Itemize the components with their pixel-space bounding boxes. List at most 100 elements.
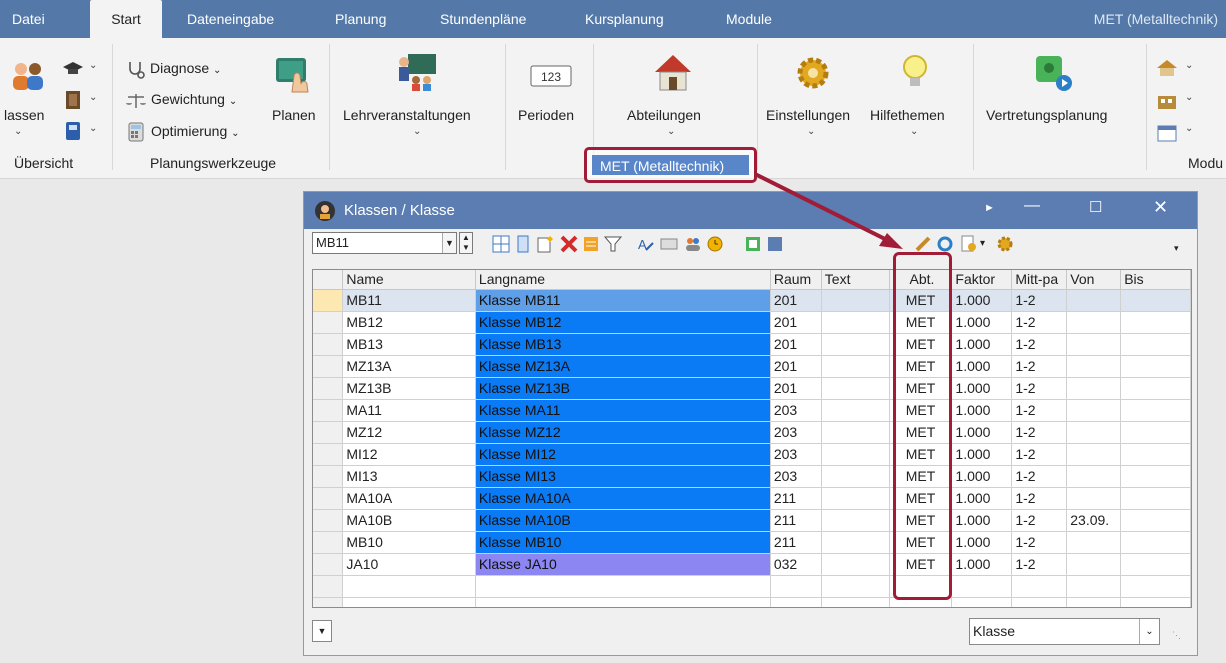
- chevron-down-icon[interactable]: ⌄: [667, 126, 675, 137]
- cell-name[interactable]: MZ12: [342, 421, 476, 444]
- table-row[interactable]: MZ13A Klasse MZ13A 201 MET 1.000 1-2: [313, 355, 1191, 378]
- cell-langname[interactable]: Klasse MZ13B: [475, 377, 771, 400]
- lightbulb-icon[interactable]: [900, 52, 930, 97]
- cell-faktor[interactable]: 1.000: [951, 509, 1013, 532]
- row-indicator[interactable]: [313, 443, 344, 466]
- cell-von[interactable]: [1066, 333, 1122, 356]
- row-indicator[interactable]: [313, 355, 344, 378]
- cell-bis[interactable]: [1120, 311, 1191, 334]
- empty-cell[interactable]: [342, 597, 476, 607]
- table-row[interactable]: MI12 Klasse MI12 203 MET 1.000 1-2: [313, 443, 1191, 466]
- chevron-down-icon[interactable]: ⌄: [89, 92, 97, 103]
- row-indicator[interactable]: [313, 509, 344, 532]
- empty-cell[interactable]: [342, 575, 476, 598]
- cell-raum[interactable]: 211: [770, 487, 822, 510]
- cell-mitt-pa[interactable]: 1-2: [1011, 531, 1068, 554]
- cell-name[interactable]: MI12: [342, 443, 476, 466]
- hilfethemen-button[interactable]: Hilfethemen: [870, 107, 945, 123]
- column-header-abt[interactable]: Abt.: [889, 270, 953, 290]
- table-row[interactable]: MA10B Klasse MA10B 211 MET 1.000 1-2 23.09.: [313, 509, 1191, 532]
- empty-cell[interactable]: [770, 597, 822, 607]
- document-gear-icon[interactable]: [960, 235, 980, 255]
- chevron-down-icon[interactable]: ⌄: [1185, 60, 1193, 71]
- cell-text[interactable]: [821, 465, 890, 488]
- chevron-down-icon[interactable]: ⌄: [1139, 619, 1159, 644]
- window-title-bar[interactable]: Klassen / Klasse ► — ☐ ✕: [304, 192, 1197, 229]
- row-indicator[interactable]: [313, 421, 344, 444]
- cell-bis[interactable]: [1120, 377, 1191, 400]
- pin-arrow-icon[interactable]: ►: [984, 202, 995, 214]
- cell-bis[interactable]: [1120, 421, 1191, 444]
- cell-raum[interactable]: 201: [770, 355, 822, 378]
- maximize-button[interactable]: ☐: [1089, 198, 1102, 216]
- cell-name[interactable]: MI13: [342, 465, 476, 488]
- column-header-name[interactable]: Name: [342, 270, 476, 290]
- empty-cell[interactable]: [1066, 597, 1122, 607]
- substitution-planning-icon[interactable]: [1032, 52, 1074, 97]
- class-spinner[interactable]: ▲ ▼: [459, 232, 473, 254]
- cell-raum[interactable]: 201: [770, 311, 822, 334]
- cell-langname[interactable]: Klasse MB13: [475, 333, 771, 356]
- empty-row[interactable]: [313, 575, 1191, 598]
- cell-mitt-pa[interactable]: 1-2: [1011, 311, 1068, 334]
- klassen-icon[interactable]: [10, 60, 46, 95]
- cell-bis[interactable]: [1120, 443, 1191, 466]
- empty-row[interactable]: [313, 597, 1191, 607]
- cell-bis[interactable]: [1120, 355, 1191, 378]
- row-indicator[interactable]: [313, 333, 344, 356]
- empty-cell[interactable]: [313, 575, 344, 598]
- cell-bis[interactable]: [1120, 399, 1191, 422]
- cell-abt[interactable]: MET: [889, 443, 953, 466]
- cell-faktor[interactable]: 1.000: [951, 531, 1013, 554]
- cell-text[interactable]: [821, 377, 890, 400]
- optimierung-button[interactable]: Optimierung ⌄: [151, 123, 240, 139]
- cell-langname[interactable]: Klasse MA11: [475, 399, 771, 422]
- chevron-down-icon[interactable]: ⌄: [413, 126, 421, 137]
- cell-faktor[interactable]: 1.000: [951, 399, 1013, 422]
- empty-cell[interactable]: [889, 597, 953, 607]
- empty-cell[interactable]: [1120, 597, 1191, 607]
- tab-module[interactable]: Module: [726, 0, 772, 38]
- cell-raum[interactable]: 203: [770, 421, 822, 444]
- new-record-icon[interactable]: [536, 235, 556, 255]
- cell-bis[interactable]: [1120, 531, 1191, 554]
- cell-mitt-pa[interactable]: 1-2: [1011, 443, 1068, 466]
- cell-langname[interactable]: Klasse MB11: [475, 289, 771, 312]
- empty-cell[interactable]: [951, 575, 1013, 598]
- cell-mitt-pa[interactable]: 1-2: [1011, 355, 1068, 378]
- cell-abt[interactable]: MET: [889, 421, 953, 444]
- row-indicator[interactable]: [313, 399, 344, 422]
- cell-text[interactable]: [821, 421, 890, 444]
- cell-text[interactable]: [821, 289, 890, 312]
- chevron-down-icon[interactable]: ⌄: [1185, 123, 1193, 134]
- chevron-down-icon[interactable]: ⌄: [89, 60, 97, 71]
- empty-cell[interactable]: [1011, 597, 1068, 607]
- gear-icon[interactable]: [794, 54, 832, 95]
- planen-hand-icon[interactable]: [272, 52, 314, 97]
- cell-text[interactable]: [821, 443, 890, 466]
- cell-bis[interactable]: [1120, 333, 1191, 356]
- tab-start[interactable]: Start: [90, 0, 162, 38]
- teacher-classroom-icon[interactable]: [394, 52, 438, 95]
- cell-raum[interactable]: 211: [770, 509, 822, 532]
- cell-langname[interactable]: Klasse MB10: [475, 531, 771, 554]
- cell-von[interactable]: 23.09.: [1066, 509, 1122, 532]
- cell-mitt-pa[interactable]: 1-2: [1011, 377, 1068, 400]
- cell-raum[interactable]: 211: [770, 531, 822, 554]
- row-indicator[interactable]: [313, 553, 344, 576]
- cell-langname[interactable]: Klasse MB12: [475, 311, 771, 334]
- cell-von[interactable]: [1066, 443, 1122, 466]
- cell-abt[interactable]: MET: [889, 553, 953, 576]
- tab-datei[interactable]: Datei: [12, 0, 45, 38]
- graduation-cap-icon[interactable]: [62, 60, 84, 81]
- tab-dateneingabe[interactable]: Dateneingabe: [187, 0, 274, 38]
- cell-abt[interactable]: MET: [889, 531, 953, 554]
- tab-kursplanung[interactable]: Kursplanung: [585, 0, 664, 38]
- empty-cell[interactable]: [313, 597, 344, 607]
- empty-cell[interactable]: [1120, 575, 1191, 598]
- cell-raum[interactable]: 201: [770, 333, 822, 356]
- row-indicator[interactable]: [313, 487, 344, 510]
- cell-von[interactable]: [1066, 487, 1122, 510]
- row-indicator[interactable]: [313, 311, 344, 334]
- cell-faktor[interactable]: 1.000: [951, 333, 1013, 356]
